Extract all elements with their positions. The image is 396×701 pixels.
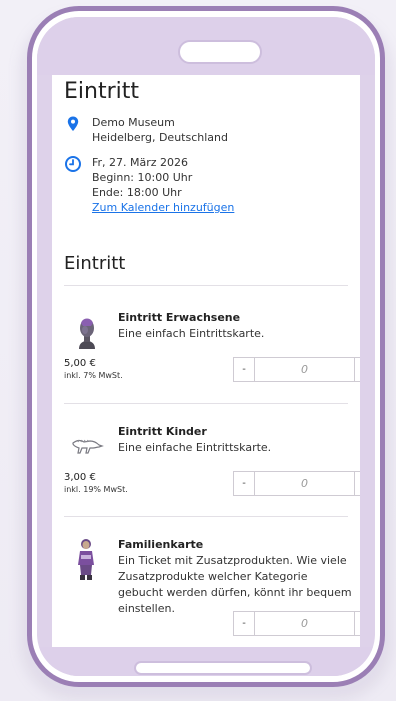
quantity-input[interactable]: 0 — [255, 611, 354, 636]
quantity-stepper: - 0 + — [233, 471, 360, 496]
quantity-input[interactable]: 0 — [255, 357, 354, 382]
ticket-name: Eintritt Erwachsene — [118, 311, 241, 324]
ticket-price: 5,00 € — [64, 358, 96, 369]
increment-button[interactable]: + — [354, 471, 360, 496]
location-text: Demo Museum Heidelberg, Deutschland — [92, 115, 228, 145]
clock-icon — [65, 156, 81, 172]
add-to-calendar-link[interactable]: Zum Kalender hinzufügen — [92, 201, 234, 214]
decrement-button[interactable]: - — [233, 357, 255, 382]
section-divider — [64, 285, 348, 286]
page-title: Eintritt — [64, 79, 139, 104]
ticket-description: Ein Ticket mit Zusatzprodukten. Wie viel… — [118, 554, 352, 615]
stage: Eintritt Demo Museum Heidelberg, Deutsch… — [0, 0, 396, 701]
phone-frame: Eintritt Demo Museum Heidelberg, Deutsch… — [27, 6, 385, 687]
location-row: Demo Museum Heidelberg, Deutschland — [64, 115, 228, 145]
phone-screen: Eintritt Demo Museum Heidelberg, Deutsch… — [52, 75, 360, 647]
ticket-name: Eintritt Kinder — [118, 425, 207, 438]
quantity-input[interactable]: 0 — [255, 471, 354, 496]
quantity-stepper: - 0 + — [233, 611, 360, 636]
ticket-item: Eintritt Kinder Eine einfache Eintrittsk… — [52, 425, 360, 515]
ticket-divider — [64, 516, 348, 517]
ticket-description: Eine einfache Eintrittskarte. — [118, 441, 272, 454]
quantity-stepper: - 0 + — [233, 357, 360, 382]
location-line-1: Demo Museum — [92, 116, 175, 129]
phone-speaker — [178, 40, 262, 64]
event-end: Ende: 18:00 Uhr — [92, 186, 182, 199]
section-title: Eintritt — [64, 253, 126, 274]
ticket-vat: inkl. 19% MwSt. — [64, 485, 128, 494]
ticket-item: Eintritt Erwachsene Eine einfach Eintrit… — [52, 311, 360, 401]
datetime-row: Fr, 27. März 2026 Beginn: 10:00 Uhr Ende… — [64, 155, 234, 215]
dinosaur-skeleton-image — [72, 439, 104, 454]
datetime-text: Fr, 27. März 2026 Beginn: 10:00 Uhr Ende… — [92, 155, 234, 215]
decrement-button[interactable]: - — [233, 611, 255, 636]
increment-button[interactable]: + — [354, 611, 360, 636]
event-start: Beginn: 10:00 Uhr — [92, 171, 193, 184]
figurine-image — [78, 539, 94, 580]
bust-statue-image — [79, 318, 95, 349]
ticket-price: 3,00 € — [64, 472, 96, 483]
ticket-vat: inkl. 7% MwSt. — [64, 371, 123, 380]
ticket-description: Eine einfach Eintrittskarte. — [118, 327, 265, 340]
ticket-name: Familienkarte — [118, 538, 204, 551]
ticket-item: Familienkarte Ein Ticket mit Zusatzprodu… — [52, 538, 360, 647]
decrement-button[interactable]: - — [233, 471, 255, 496]
location-line-2: Heidelberg, Deutschland — [92, 131, 228, 144]
phone-inner: Eintritt Demo Museum Heidelberg, Deutsch… — [37, 17, 375, 676]
ticket-divider — [64, 403, 348, 404]
increment-button[interactable]: + — [354, 357, 360, 382]
event-date: Fr, 27. März 2026 — [92, 156, 189, 169]
map-pin-icon — [67, 116, 79, 131]
phone-home-indicator — [134, 661, 312, 675]
